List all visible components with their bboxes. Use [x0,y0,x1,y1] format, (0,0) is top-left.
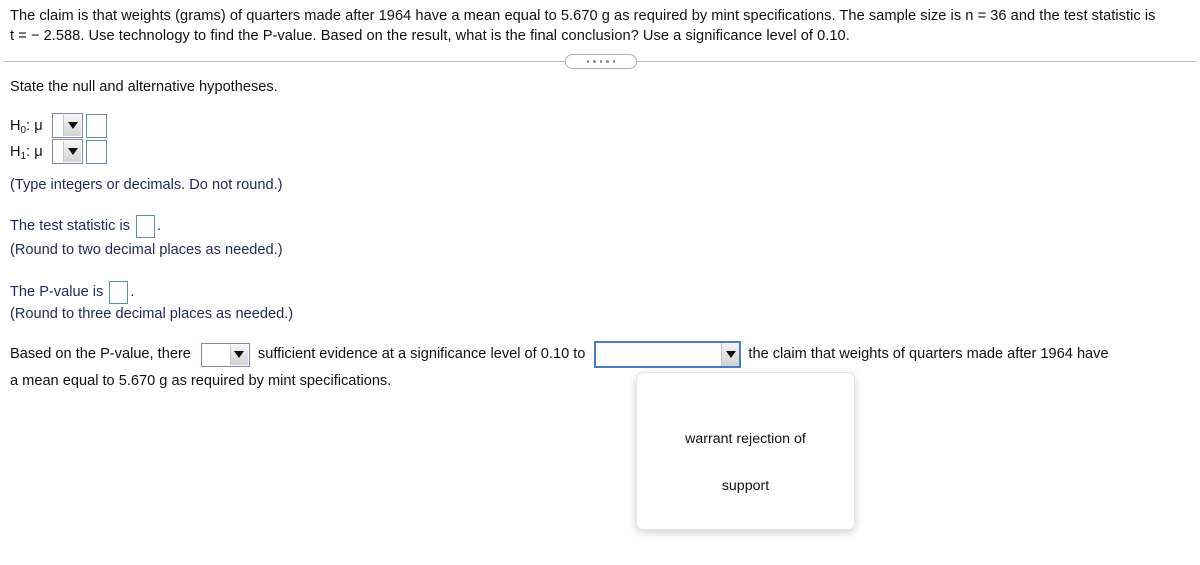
claim-conclusion-select[interactable] [594,341,742,368]
handle-dot-icon [599,60,603,63]
claim-conclusion-dropdown-panel[interactable]: warrant rejection of support [636,372,855,530]
hypotheses-prompt: State the null and alternative hypothese… [10,79,278,95]
conclusion-row: Based on the P-value, there sufficient e… [10,341,1109,368]
conclusion-second-line: a mean equal to 5.670 g as required by m… [10,373,392,389]
null-hypothesis-label: H0: μ [10,117,43,136]
null-hypothesis-value-input[interactable] [86,113,107,138]
conclusion-text-middle: sufficient evidence at a significance le… [257,346,586,362]
chevron-down-icon [63,115,81,136]
conclusion-text-after: the claim that weights of quarters made … [748,346,1109,362]
hypotheses-instruction: (Type integers or decimals. Do not round… [10,177,283,193]
alternative-hypothesis-operator-select[interactable] [52,139,83,164]
test-statistic-instruction: (Round to two decimal places as needed.) [10,242,283,258]
alternative-hypothesis-row: H1: μ [10,139,107,164]
problem-text-part1: The claim is that weights (grams) of qua… [10,8,966,24]
chevron-down-icon [721,343,740,366]
test-statistic-period: . [157,218,162,234]
handle-dot-icon [593,60,596,63]
problem-text-part3: Use technology to find the P-value. Base… [84,28,850,44]
problem-text-part2: and the test statistic is [1006,8,1156,24]
conclusion-text-before: Based on the P-value, there [10,346,191,362]
handle-dot-icon [606,60,609,63]
evidence-sufficiency-select[interactable] [200,342,250,367]
sample-size-statement: n = 36 [965,8,1007,24]
p-value-period: . [130,284,135,300]
null-hypothesis-operator-select[interactable] [52,113,83,138]
chevron-down-icon [229,344,248,365]
divider-drag-handle[interactable] [565,54,637,69]
alternative-hypothesis-label: H1: μ [10,143,43,162]
dropdown-option-support[interactable]: support [637,477,854,496]
test-statistic-input[interactable] [136,215,156,238]
handle-dot-icon [612,60,616,63]
p-value-instruction: (Round to three decimal places as needed… [10,306,294,322]
null-hypothesis-row: H0: μ [10,113,107,138]
p-value-input[interactable] [109,281,129,304]
p-value-label: The P-value is [10,284,104,300]
test-statistic-row: The test statistic is . [10,215,161,238]
problem-statement: The claim is that weights (grams) of qua… [10,6,1190,46]
test-statistic-label: The test statistic is [10,218,131,234]
handle-dot-icon [586,60,590,63]
p-value-row: The P-value is . [10,281,134,304]
section-divider [0,54,1200,70]
alternative-hypothesis-value-input[interactable] [86,139,107,164]
chevron-down-icon [63,141,81,162]
test-statistic-statement: t = − 2.588. [10,28,85,44]
dropdown-option-warrant-rejection[interactable]: warrant rejection of [637,430,854,449]
